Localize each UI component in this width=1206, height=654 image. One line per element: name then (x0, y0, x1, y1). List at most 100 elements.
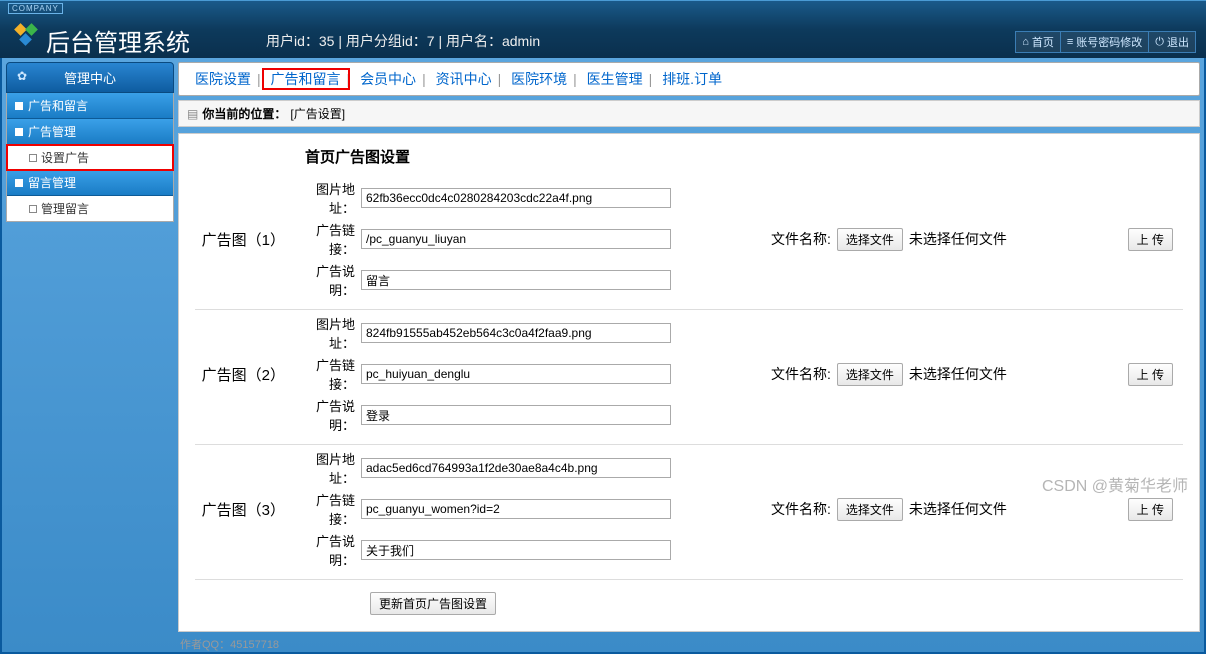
choose-file-button[interactable]: 选择文件 (837, 363, 903, 386)
home-label: 首页 (1032, 34, 1054, 50)
file-label: 文件名称: (771, 364, 831, 384)
desc-label: 广告说明： (295, 396, 355, 434)
gear-icon: ✿ (17, 69, 27, 83)
nav-doctor[interactable]: 医生管理 (581, 71, 649, 87)
img-input[interactable] (361, 323, 671, 343)
desc-input[interactable] (361, 405, 671, 425)
desc-label: 广告说明： (295, 531, 355, 569)
no-file-text: 未选择任何文件 (909, 364, 1007, 384)
desc-input[interactable] (361, 540, 671, 560)
img-label: 图片地址： (295, 314, 355, 352)
upload-button[interactable]: 上 传 (1128, 498, 1173, 521)
square-icon (29, 154, 37, 162)
nav-sep: | (422, 71, 426, 87)
img-label: 图片地址： (295, 449, 355, 487)
nav-sep: | (649, 71, 653, 87)
sidebar-item-manage-msgs[interactable]: 管理留言 (7, 196, 173, 221)
user-info: 用户id：35 | 用户分组id：7 | 用户名：admin (266, 31, 540, 51)
logout-link[interactable]: ⏻退出 (1149, 31, 1196, 53)
sidebar-head: ✿ 管理中心 (6, 62, 174, 93)
main-layout: ✿ 管理中心 广告和留言 广告管理 设置广告 留言管理 管理留言 医院设置| 广… (0, 58, 1206, 654)
no-file-text: 未选择任何文件 (909, 229, 1007, 249)
sidebar-cat-label: 广告和留言 (28, 97, 88, 114)
choose-file-button[interactable]: 选择文件 (837, 498, 903, 521)
link-input[interactable] (361, 364, 671, 384)
choose-file-button[interactable]: 选择文件 (837, 228, 903, 251)
img-input[interactable] (361, 458, 671, 478)
row-fields: 图片地址： 广告链接： 广告说明： (295, 449, 671, 569)
breadcrumb: ▤ 你当前的位置： [广告设置] (178, 100, 1200, 127)
header-actions: ⌂首页 ≡账号密码修改 ⏻退出 (1015, 31, 1196, 53)
no-file-text: 未选择任何文件 (909, 499, 1007, 519)
upload-button[interactable]: 上 传 (1128, 228, 1173, 251)
desc-input[interactable] (361, 270, 671, 290)
company-tag: COMPANY (8, 3, 63, 14)
power-icon: ⏻ (1155, 36, 1164, 49)
nav-member[interactable]: 会员中心 (354, 71, 422, 87)
sidebar-group-label: 广告管理 (28, 123, 76, 140)
sidebar-head-label: 管理中心 (64, 71, 116, 86)
top-nav: 医院设置| 广告和留言| 会员中心| 资讯中心| 医院环境| 医生管理| 排班.… (178, 62, 1200, 96)
sidebar-group-label: 留言管理 (28, 174, 76, 191)
row-fields: 图片地址： 广告链接： 广告说明： (295, 314, 671, 434)
app-header: COMPANY 后台管理系统 用户id：35 | 用户分组id：7 | 用户名：… (0, 0, 1206, 58)
sidebar: ✿ 管理中心 广告和留言 广告管理 设置广告 留言管理 管理留言 (6, 62, 174, 652)
account-label: 账号密码修改 (1076, 34, 1142, 50)
section-title: 首页广告图设置 (305, 146, 1183, 167)
square-icon (15, 179, 23, 187)
desc-label: 广告说明： (295, 261, 355, 299)
link-input[interactable] (361, 229, 671, 249)
nav-news[interactable]: 资讯中心 (430, 71, 498, 87)
square-icon (29, 205, 37, 213)
sidebar-item-label: 管理留言 (41, 200, 89, 217)
breadcrumb-prefix: 你当前的位置： (202, 105, 286, 122)
nav-schedule[interactable]: 排班.订单 (656, 71, 728, 87)
account-link[interactable]: ≡账号密码修改 (1061, 31, 1149, 53)
link-label: 广告链接： (295, 490, 355, 528)
sidebar-item-label: 设置广告 (41, 149, 89, 166)
breadcrumb-location: [广告设置] (290, 105, 345, 122)
row-name: 广告图（2） (195, 364, 285, 385)
nav-sep: | (347, 71, 351, 87)
square-icon (15, 102, 23, 110)
nav-hospital[interactable]: 医院设置 (189, 71, 257, 87)
nav-sep: | (498, 71, 502, 87)
file-label: 文件名称: (771, 229, 831, 249)
img-label: 图片地址： (295, 179, 355, 217)
sidebar-current-category[interactable]: 广告和留言 (7, 93, 173, 119)
nav-ads[interactable]: 广告和留言 (265, 71, 347, 87)
logout-label: 退出 (1167, 34, 1189, 50)
doc-icon: ▤ (187, 107, 198, 121)
sidebar-group-ads[interactable]: 广告管理 (7, 119, 173, 145)
square-icon (15, 128, 23, 136)
file-label: 文件名称: (771, 499, 831, 519)
file-column: 文件名称: 选择文件 未选择任何文件 (771, 498, 1007, 521)
ad-row-1: 广告图（1） 图片地址： 广告链接： 广告说明： 文件名称: 选择文件 未选择任… (195, 175, 1183, 310)
nav-env[interactable]: 医院环境 (505, 71, 573, 87)
content-area: 首页广告图设置 广告图（1） 图片地址： 广告链接： 广告说明： 文件名称: 选… (178, 133, 1200, 632)
row-name: 广告图（3） (195, 499, 285, 520)
ad-row-3: 广告图（3） 图片地址： 广告链接： 广告说明： 文件名称: 选择文件 未选择任… (195, 445, 1183, 580)
file-column: 文件名称: 选择文件 未选择任何文件 (771, 363, 1007, 386)
home-link[interactable]: ⌂首页 (1015, 31, 1061, 53)
link-label: 广告链接： (295, 220, 355, 258)
home-icon: ⌂ (1022, 36, 1029, 48)
file-column: 文件名称: 选择文件 未选择任何文件 (771, 228, 1007, 251)
app-title: 后台管理系统 (46, 23, 190, 58)
main-panel: 医院设置| 广告和留言| 会员中心| 资讯中心| 医院环境| 医生管理| 排班.… (178, 62, 1200, 652)
ad-row-2: 广告图（2） 图片地址： 广告链接： 广告说明： 文件名称: 选择文件 未选择任… (195, 310, 1183, 445)
link-label: 广告链接： (295, 355, 355, 393)
submit-row: 更新首页广告图设置 (370, 592, 1183, 615)
footer-author: 作者QQ：45157718 (178, 632, 1200, 652)
logo-icon (14, 23, 38, 47)
nav-sep: | (257, 71, 261, 87)
img-input[interactable] (361, 188, 671, 208)
submit-button[interactable]: 更新首页广告图设置 (370, 592, 496, 615)
sidebar-item-set-ads[interactable]: 设置广告 (7, 145, 173, 170)
upload-button[interactable]: 上 传 (1128, 363, 1173, 386)
sidebar-group-msgs[interactable]: 留言管理 (7, 170, 173, 196)
nav-sep: | (573, 71, 577, 87)
link-input[interactable] (361, 499, 671, 519)
sidebar-body: 广告和留言 广告管理 设置广告 留言管理 管理留言 (6, 93, 174, 222)
row-fields: 图片地址： 广告链接： 广告说明： (295, 179, 671, 299)
